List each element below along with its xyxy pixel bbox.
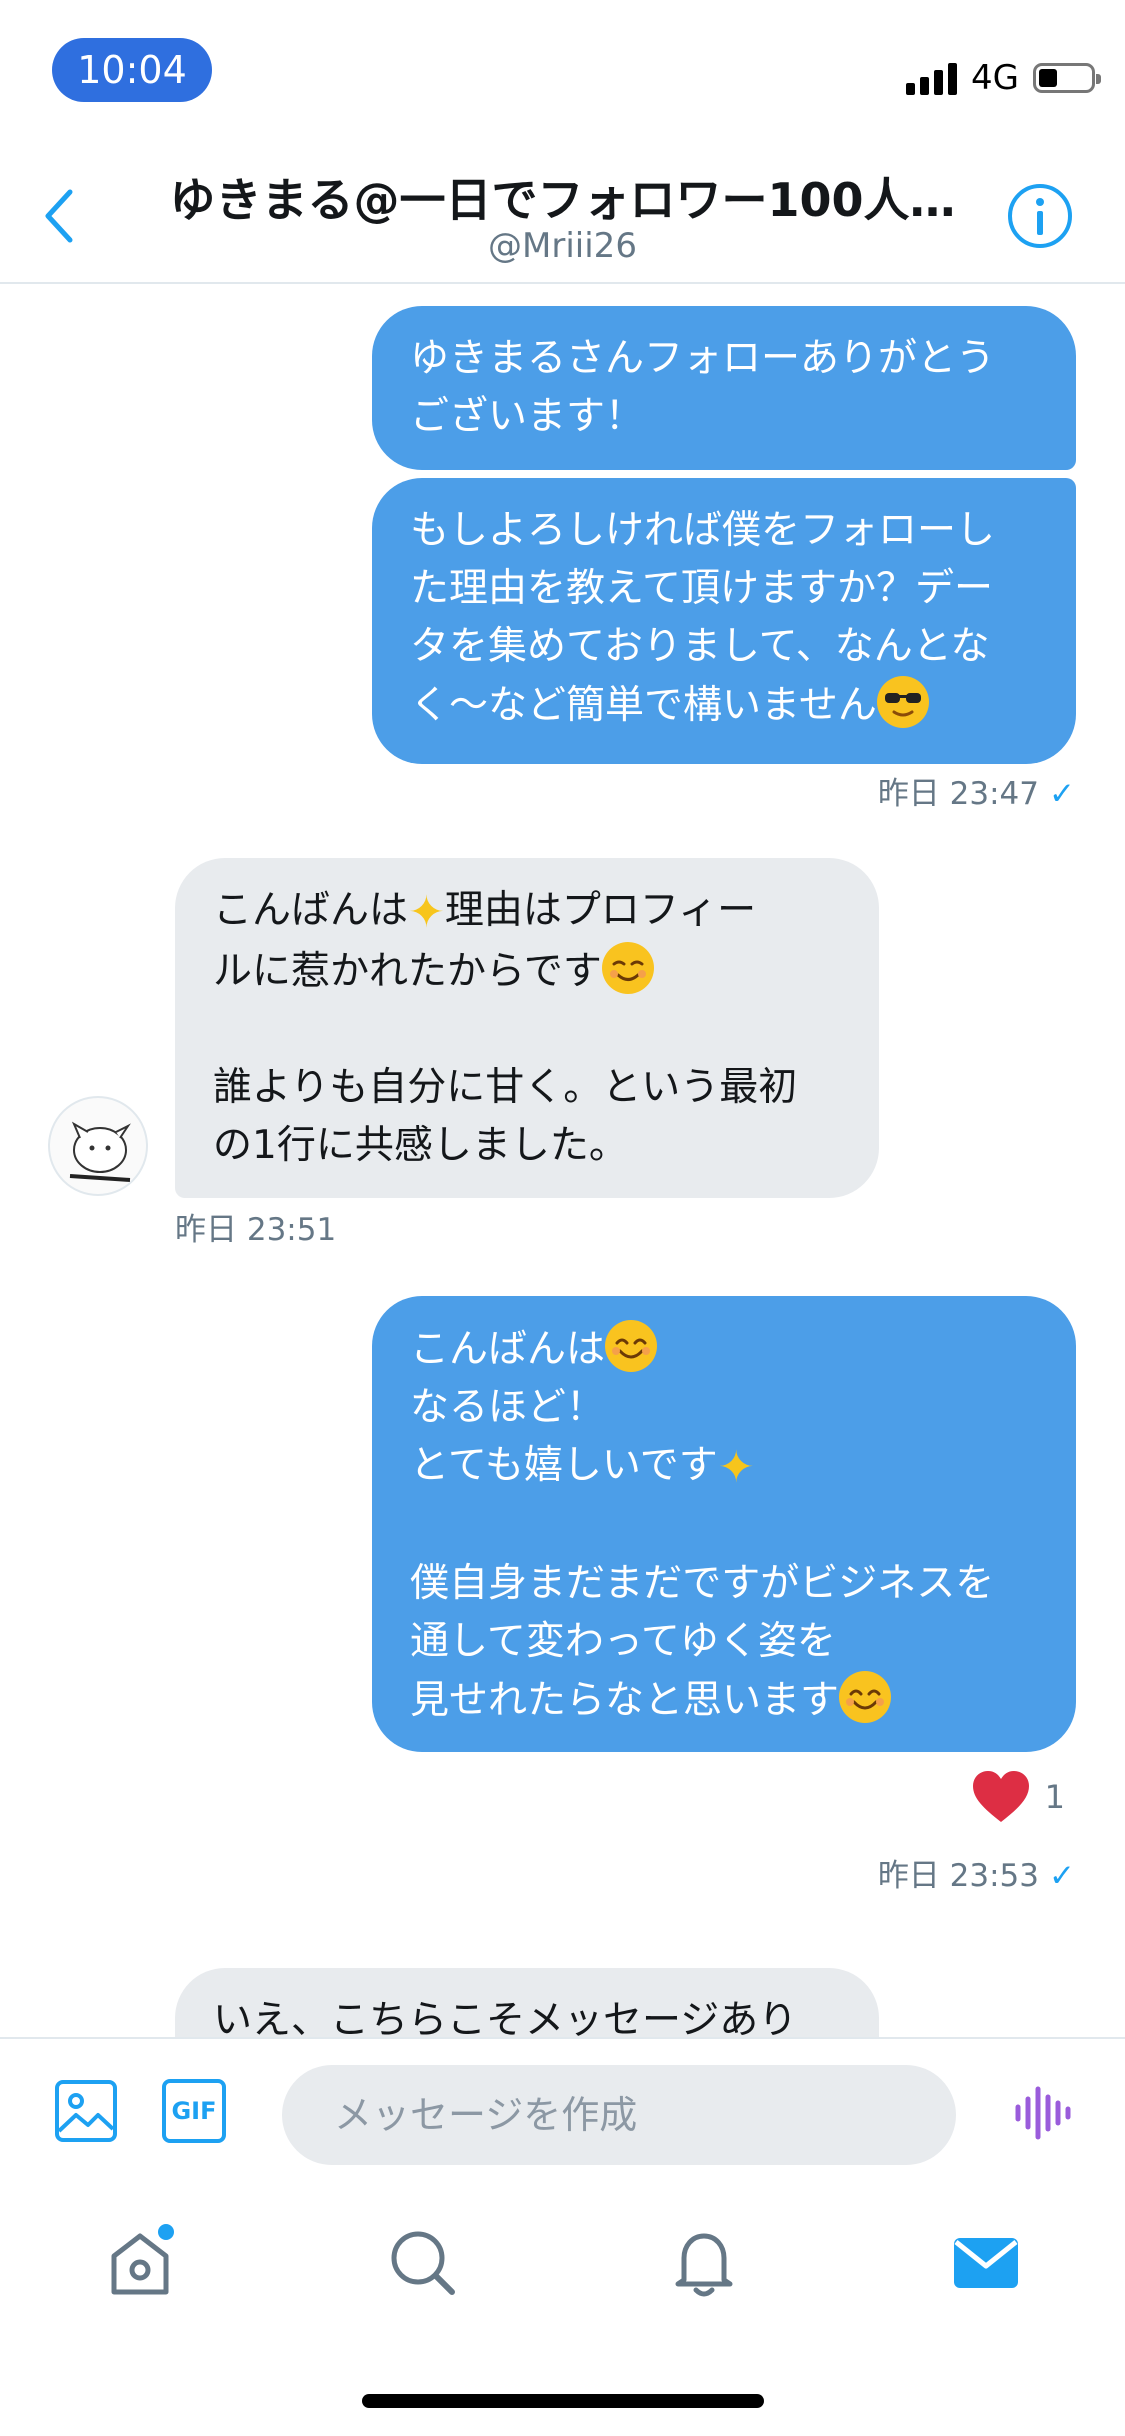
read-check-icon: ✓	[1049, 1858, 1075, 1894]
messages-mail-icon[interactable]	[946, 2222, 1026, 2302]
message-line: もしよろしければ僕をフォローし	[410, 508, 996, 553]
message-line: いえ、こちらこそメッセージあり	[213, 1998, 798, 2037]
message-line: 誰よりも自分に甘く。という最初	[213, 1065, 798, 1110]
message-reaction[interactable]: 1	[971, 1770, 1065, 1824]
message-line: なるほど！	[410, 1385, 606, 1430]
status-time: 10:04	[52, 38, 212, 102]
notifications-bell-icon[interactable]	[664, 2222, 744, 2302]
message-line: とても嬉しいです	[410, 1443, 718, 1488]
message-line: く〜など簡単で構いません	[410, 683, 877, 728]
read-check-icon: ✓	[1049, 776, 1075, 812]
timestamp-text: 昨日 23:47	[877, 776, 1040, 812]
message-line: 見せれたらなと思います	[410, 1678, 840, 1723]
status-indicators: 4G	[906, 58, 1101, 98]
conversation-handle[interactable]: @Mriii26	[150, 226, 975, 266]
sunglasses-emoji-icon	[876, 676, 929, 728]
message-timestamp: 昨日 23:47 ✓	[878, 768, 1075, 813]
sparkles-emoji-icon: ✦	[717, 1442, 755, 1493]
message-bubble-received[interactable]: こんばんは✦理由はプロフィー ルに惹かれたからです 誰よりも自分に甘く。という最…	[175, 858, 879, 1198]
back-arrow-icon[interactable]	[36, 186, 86, 246]
message-line: 理由はプロフィー	[444, 888, 757, 933]
network-type: 4G	[971, 58, 1019, 98]
gif-label: GIF	[171, 2097, 217, 2125]
avatar[interactable]	[48, 1096, 148, 1196]
message-line: タを集めておりまして、なんとな	[410, 624, 990, 669]
message-line: こんばんは	[213, 888, 409, 933]
home-icon[interactable]	[100, 2222, 180, 2302]
timestamp-text: 昨日 23:51	[175, 1212, 337, 1248]
message-line: ゆきまるさんフォローありがとう	[410, 336, 996, 381]
message-line: こんばんは	[410, 1327, 606, 1372]
signal-icon	[906, 61, 958, 95]
sparkles-emoji-icon: ✦	[408, 887, 445, 938]
gif-button[interactable]: GIF	[162, 2079, 226, 2143]
battery-icon	[1033, 63, 1101, 93]
smiling-eyes-emoji-icon	[605, 1320, 658, 1372]
image-icon[interactable]	[54, 2079, 118, 2143]
search-icon[interactable]	[382, 2222, 462, 2302]
message-line: の1行に共感しました。	[213, 1123, 628, 1168]
message-input[interactable]	[282, 2065, 956, 2165]
tab-bar	[0, 2200, 1125, 2340]
message-bubble-sent[interactable]: ゆきまるさんフォローありがとう ございます！	[372, 306, 1076, 470]
smiling-eyes-emoji-icon	[839, 1671, 892, 1723]
message-bubble-sent[interactable]: もしよろしければ僕をフォローし た理由を教えて頂けますか？デー タを集めておりま…	[372, 478, 1076, 764]
message-line: た理由を教えて頂けますか？デー	[410, 566, 994, 611]
message-line	[410, 1497, 1038, 1555]
message-bubble-received[interactable]: いえ、こちらこそメッセージあり	[175, 1968, 879, 2037]
message-line: 僕自身まだまだですがビジネスを	[410, 1561, 995, 1606]
message-timestamp: 昨日 23:51	[175, 1204, 336, 1249]
message-line	[213, 1001, 841, 1059]
home-indicator[interactable]	[362, 2394, 764, 2408]
smiling-face-emoji-icon	[601, 942, 654, 994]
conversation-header: ゆきまる@一日でフォロワー100人… @Mriii26	[0, 150, 1125, 284]
conversation-title[interactable]: ゆきまる@一日でフォロワー100人…	[150, 164, 975, 230]
info-icon[interactable]	[1006, 182, 1074, 250]
message-line: ございます！	[410, 394, 645, 439]
reaction-count: 1	[1044, 1778, 1065, 1816]
message-line: 通して変わってゆく姿を	[410, 1619, 836, 1664]
message-list[interactable]: ゆきまるさんフォローありがとう ございます！ もしよろしければ僕をフォローし た…	[0, 284, 1125, 2037]
heart-icon	[972, 1771, 1029, 1822]
message-timestamp: 昨日 23:53 ✓	[878, 1850, 1075, 1895]
message-line: ルに惹かれたからです	[213, 949, 602, 994]
voice-message-icon[interactable]	[1012, 2083, 1072, 2143]
message-bubble-sent[interactable]: こんばんは なるほど！ とても嬉しいです✦ 僕自身まだまだですがビジネスを 通し…	[372, 1296, 1076, 1752]
timestamp-text: 昨日 23:53	[877, 1858, 1040, 1894]
